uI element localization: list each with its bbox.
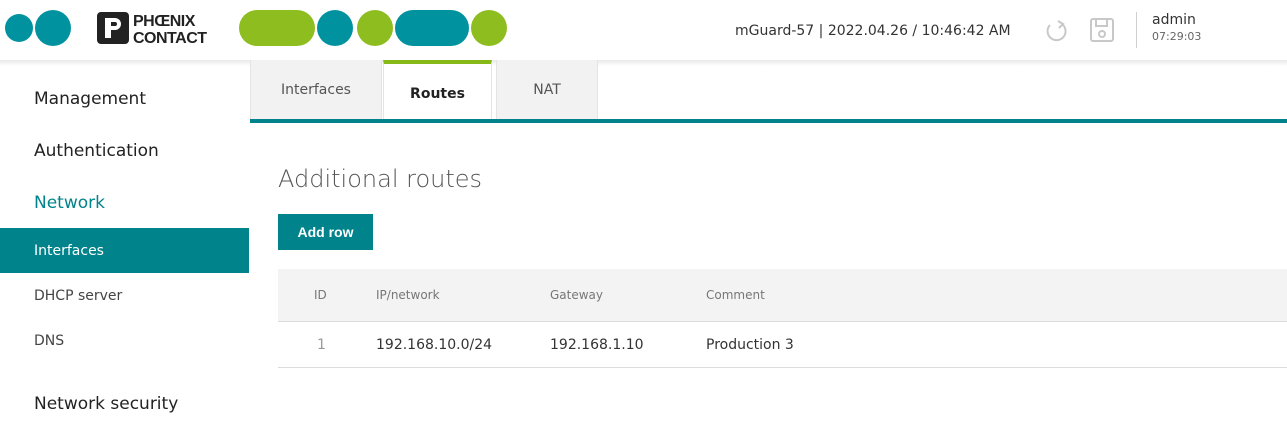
tab-routes[interactable]: Routes (383, 60, 492, 123)
user-name: admin (1152, 12, 1196, 28)
column-header-gateway[interactable]: Gateway (550, 269, 603, 321)
svg-text:PHŒNIX: PHŒNIX (133, 13, 196, 30)
column-header-comment[interactable]: Comment (706, 269, 765, 321)
routes-table: ID IP/network Gateway Comment 1 192.168.… (278, 269, 1287, 368)
tab-bar: Interfaces Routes NAT (250, 60, 1287, 124)
page-title: Additional routes (278, 165, 483, 193)
sidebar-item-dhcp-server[interactable]: DHCP server (0, 273, 249, 318)
cell-ip-network[interactable]: 192.168.10.0/24 (376, 322, 492, 367)
cell-gateway[interactable]: 192.168.1.10 (550, 322, 644, 367)
save-icon[interactable] (1088, 16, 1116, 44)
tab-interfaces[interactable]: Interfaces (250, 60, 382, 120)
sidebar-section-network-security[interactable]: Network security (34, 394, 178, 414)
header-bar: PHŒNIX CONTACT mGuard-57 | 2022.04.26 / … (0, 0, 1287, 62)
tab-active-underline (383, 119, 492, 123)
sidebar-section-authentication[interactable]: Authentication (34, 141, 159, 161)
table-header: ID IP/network Gateway Comment (278, 269, 1287, 322)
header-divider (1136, 12, 1137, 48)
phoenix-contact-wordmark: PHŒNIX CONTACT (97, 12, 208, 46)
table-row[interactable]: 1 192.168.10.0/24 192.168.1.10 Productio… (278, 322, 1287, 368)
tab-nat[interactable]: NAT (496, 60, 598, 120)
device-info: mGuard-57 | 2022.04.26 / 10:46:42 AM (735, 23, 1011, 39)
sidebar-item-interfaces[interactable]: Interfaces (0, 228, 249, 273)
sidebar-section-network[interactable]: Network (34, 193, 105, 213)
cell-comment[interactable]: Production 3 (706, 322, 794, 367)
column-header-id[interactable]: ID (314, 269, 327, 321)
svg-text:CONTACT: CONTACT (133, 30, 207, 46)
sidebar-section-management[interactable]: Management (34, 89, 146, 109)
user-info[interactable]: admin 07:29:03 (1152, 12, 1201, 43)
sidebar-item-dns[interactable]: DNS (0, 318, 249, 363)
add-row-button[interactable]: Add row (278, 214, 373, 250)
reload-icon[interactable] (1042, 16, 1070, 44)
cell-id: 1 (317, 336, 326, 353)
session-timer: 07:29:03 (1152, 30, 1202, 43)
column-header-ip-network[interactable]: IP/network (376, 269, 440, 321)
sidebar: Management Authentication Network Interf… (0, 66, 249, 430)
phoenix-contact-logo: PHŒNIX CONTACT (5, 10, 507, 46)
